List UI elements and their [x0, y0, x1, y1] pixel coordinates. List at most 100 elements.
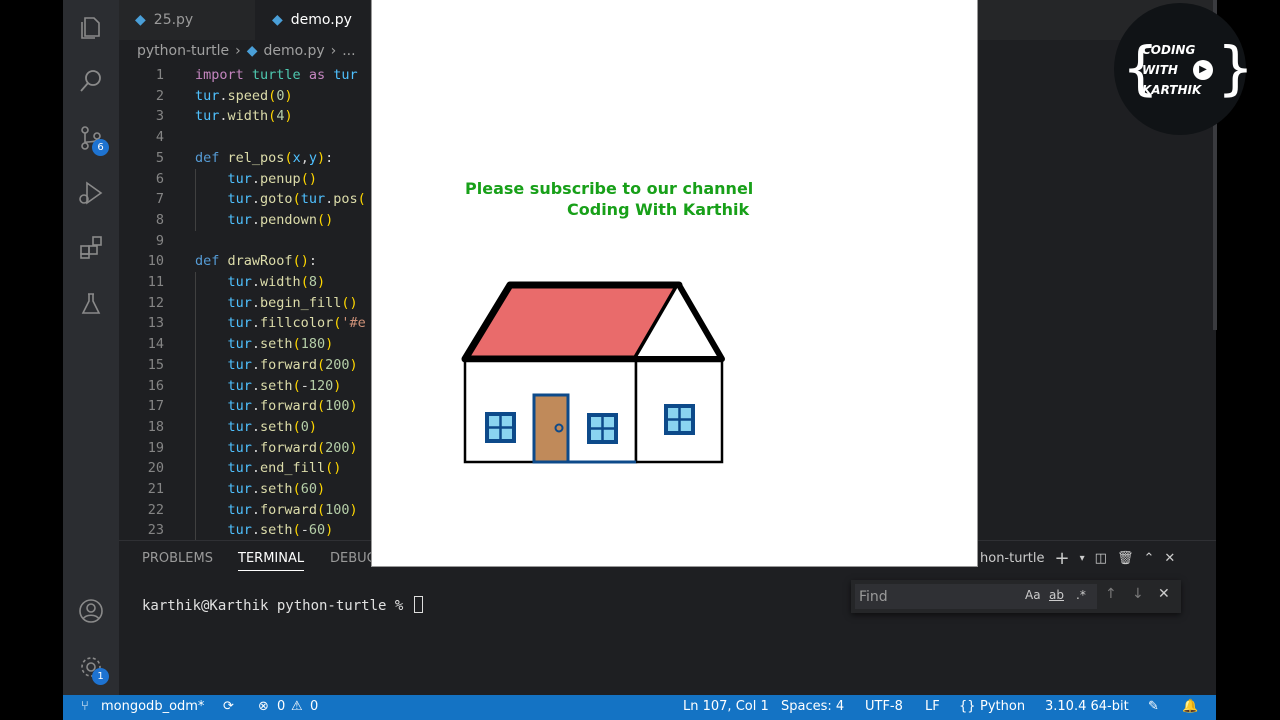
indentation[interactable]: Spaces: 4: [781, 699, 844, 714]
match-case-toggle[interactable]: Aa: [1025, 588, 1041, 602]
line-number: 18: [147, 418, 164, 435]
maximize-panel-icon[interactable]: ⌃: [1143, 551, 1154, 566]
logo-text-3: KARTHIK: [1142, 83, 1202, 97]
whole-word-toggle[interactable]: ab: [1049, 588, 1064, 602]
tab-debug-console[interactable]: DEBUG: [330, 551, 377, 566]
find-widget: Aa ab .* ↑ ↓ ✕: [851, 580, 1181, 613]
chevron-right-icon: ›: [330, 43, 337, 59]
code-text: tur.forward(100): [227, 501, 358, 518]
line-number: 11: [147, 274, 164, 290]
line-number: 19: [147, 439, 164, 456]
code-editor[interactable]: 1 import turtle as tur 2 tur.speed(0) 3 tur.w…: [119, 65, 371, 540]
code-text: tur.forward(200): [227, 439, 358, 456]
tab-25-py[interactable]: ◆ 25.py: [119, 0, 255, 40]
tab-terminal[interactable]: TERMINAL: [238, 551, 305, 571]
breadcrumb-file[interactable]: demo.py: [264, 43, 325, 59]
encoding[interactable]: UTF-8: [865, 699, 903, 714]
breadcrumb-more[interactable]: ...: [342, 43, 355, 59]
error-count: 0: [277, 699, 286, 714]
code-text: tur.seth(-120): [227, 377, 342, 394]
python-interpreter[interactable]: 3.10.4 64-bit: [1045, 699, 1129, 714]
line-number: 3: [155, 108, 164, 125]
code-text: tur.end_fill(): [227, 460, 342, 477]
close-panel-icon[interactable]: ✕: [1164, 551, 1175, 566]
window-left: [485, 412, 516, 443]
scm-badge: 6: [92, 139, 109, 156]
cursor-position[interactable]: Ln 107, Col 1: [683, 699, 769, 714]
indent-guide: [195, 168, 196, 231]
logo-text-1: CODING: [1142, 43, 1196, 57]
split-terminal-icon[interactable]: ◫: [1095, 551, 1107, 566]
terminal-cursor: [413, 596, 423, 613]
feedback-icon[interactable]: ✎: [1148, 699, 1159, 714]
line-number: 8: [155, 211, 164, 228]
search-icon[interactable]: [77, 67, 105, 95]
line-number: 16: [147, 377, 164, 394]
code-text: tur.seth(180): [227, 336, 334, 353]
arrow-down-icon[interactable]: ↓: [1132, 586, 1144, 602]
code-text: tur.fillcolor('#e: [227, 315, 366, 332]
code-text: tur.seth(-60): [227, 522, 334, 539]
line-number: 1: [155, 67, 164, 83]
line-number: 15: [147, 356, 164, 373]
code-text: def rel_pos(x,y):: [195, 149, 334, 166]
line-number: 22: [147, 501, 164, 518]
chevron-down-icon[interactable]: ▾: [1080, 553, 1085, 564]
tab-problems[interactable]: PROBLEMS: [142, 551, 213, 566]
status-bar: ⑂ mongodb_odm* ⟳ ⊗ 0 ⚠ 0 Ln 107, Col 1 S…: [63, 695, 1216, 720]
code-text: tur.seth(0): [227, 418, 317, 435]
line-ending[interactable]: LF: [925, 699, 940, 714]
explorer-icon[interactable]: [77, 13, 105, 41]
line-number: 5: [155, 149, 164, 166]
testing-icon[interactable]: [77, 290, 105, 318]
line-number: 13: [147, 315, 164, 332]
turtle-graphics-window: Please subscribe to our channel Coding W…: [371, 0, 978, 567]
breadcrumb-folder[interactable]: python-turtle: [137, 43, 229, 59]
window-side: [664, 404, 695, 435]
chevron-right-icon: ›: [235, 43, 241, 59]
terminal-title[interactable]: hon-turtle: [980, 551, 1045, 566]
code-text: tur.penup(): [227, 170, 317, 187]
trash-icon[interactable]: 🗑: [1117, 551, 1134, 566]
sync-icon[interactable]: ⟳: [223, 699, 234, 714]
tab-demo-py[interactable]: ◆ demo.py: [255, 0, 370, 40]
line-number: 6: [155, 170, 164, 187]
activity-bar: 6 1: [63, 0, 119, 695]
extensions-icon[interactable]: [77, 234, 105, 262]
right-brace-icon: }: [1217, 34, 1254, 102]
code-text: tur.goto(tur.pos(: [227, 191, 366, 208]
line-number: 4: [155, 129, 164, 146]
new-terminal-icon[interactable]: +: [1055, 548, 1070, 569]
line-number: 17: [147, 398, 164, 415]
window-middle: [587, 413, 618, 444]
arrow-up-icon[interactable]: ↑: [1105, 586, 1117, 602]
code-text: tur.speed(0): [195, 87, 293, 104]
bell-icon[interactable]: 🔔: [1182, 699, 1198, 714]
code-text: tur.width(4): [195, 108, 293, 125]
code-text: tur.forward(200): [227, 356, 358, 373]
code-text: tur.width(8): [227, 274, 326, 290]
run-debug-icon[interactable]: [77, 179, 105, 207]
left-black-bar: [0, 0, 63, 720]
terminal-actions: hon-turtle + ▾ ◫ 🗑 ⌃ ✕: [980, 548, 1175, 569]
warning-icon[interactable]: ⚠: [291, 699, 303, 714]
close-find-icon[interactable]: ✕: [1158, 586, 1170, 602]
language-mode[interactable]: Python: [980, 699, 1025, 714]
regex-toggle[interactable]: .*: [1076, 588, 1086, 602]
python-file-icon: ◆: [246, 43, 258, 59]
line-number: 20: [147, 460, 164, 477]
line-number: 23: [147, 522, 164, 539]
code-text: tur.begin_fill(): [227, 294, 358, 311]
logo-text-2: WITH: [1142, 63, 1178, 77]
house-drawing: [461, 281, 725, 464]
play-icon: ▶: [1193, 60, 1213, 80]
terminal-line[interactable]: karthik@Karthik python-turtle %: [142, 596, 423, 614]
settings-gear-icon[interactable]: 1: [77, 653, 109, 685]
account-icon[interactable]: [77, 597, 105, 625]
error-icon[interactable]: ⊗: [258, 699, 269, 714]
tab-label: demo.py: [290, 12, 352, 28]
source-control-icon[interactable]: 6: [77, 124, 109, 156]
line-number: 14: [147, 336, 164, 353]
line-number: 9: [155, 232, 164, 249]
branch-name[interactable]: mongodb_odm*: [101, 699, 204, 714]
